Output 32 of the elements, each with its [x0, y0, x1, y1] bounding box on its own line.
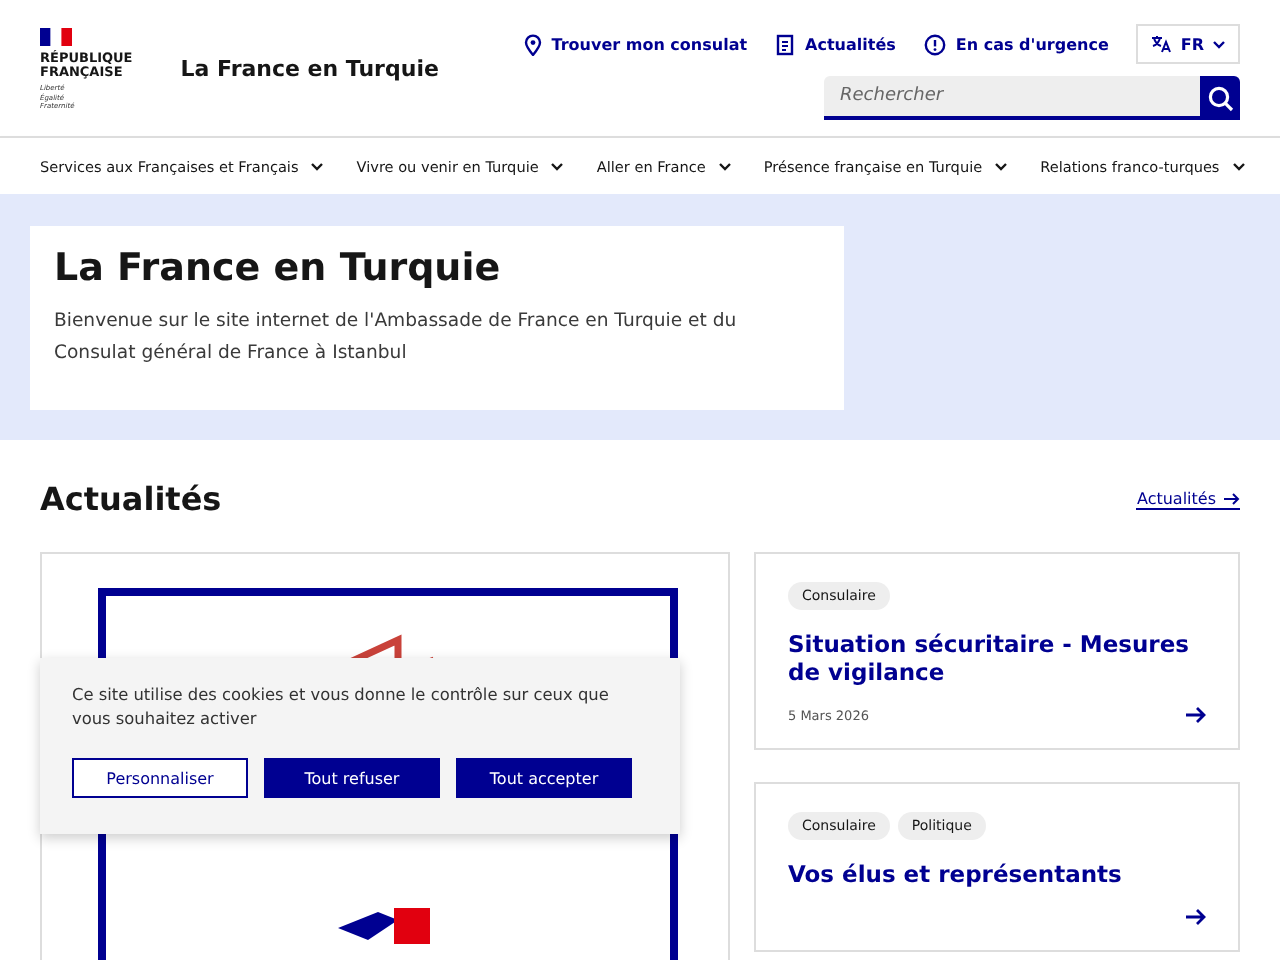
newspaper-icon — [775, 33, 796, 55]
chevron-down-icon — [1212, 39, 1226, 49]
quick-link[interactable]: Actualités — [775, 33, 896, 55]
search-button[interactable] — [1200, 76, 1240, 120]
arrow-right-icon — [1186, 908, 1206, 926]
arrow-right-icon — [1186, 706, 1206, 724]
site-title[interactable]: La France en Turquie — [180, 55, 439, 81]
cookie-button[interactable]: Tout accepter — [456, 758, 632, 798]
news-title[interactable]: Situation sécuritaire - Mesures de vigilance — [788, 630, 1206, 686]
translate-icon — [1150, 34, 1173, 54]
news-link[interactable]: Actualités — [1136, 489, 1240, 509]
language-button[interactable]: FR — [1136, 24, 1240, 64]
location-pin-icon — [523, 33, 542, 55]
chevron-down-icon — [1231, 161, 1246, 171]
search-icon — [1207, 85, 1233, 111]
chevron-down-icon — [550, 161, 565, 171]
cookie-button[interactable]: Personnaliser — [72, 758, 248, 798]
arrow-right-icon — [1224, 491, 1240, 505]
chevron-down-icon — [994, 161, 1009, 171]
chevron-down-icon — [310, 161, 325, 171]
hero-title: La France en Turquie — [54, 246, 503, 290]
news-title[interactable]: Vos élus et représentants — [788, 860, 1206, 888]
cookie-button[interactable]: Tout refuser — [264, 758, 440, 798]
search-field[interactable]: Rechercher — [824, 76, 1200, 120]
flag-icon — [40, 28, 72, 47]
hero-text: Bienvenue sur le site internet de l'Ambassade de France en Turquie et du Consulat général de France à Istanbul — [54, 308, 739, 368]
alert-icon — [923, 33, 946, 55]
section-heading: Actualités — [40, 480, 222, 518]
quick-link[interactable]: En cas d'urgence — [923, 33, 1109, 55]
quick-link[interactable]: Trouver mon consulat — [523, 33, 748, 55]
cookie-text: Ce site utilise des cookies et vous donne le contrôle sur ceux que vous souhaitez activer — [72, 682, 611, 730]
chevron-down-icon — [717, 161, 732, 171]
